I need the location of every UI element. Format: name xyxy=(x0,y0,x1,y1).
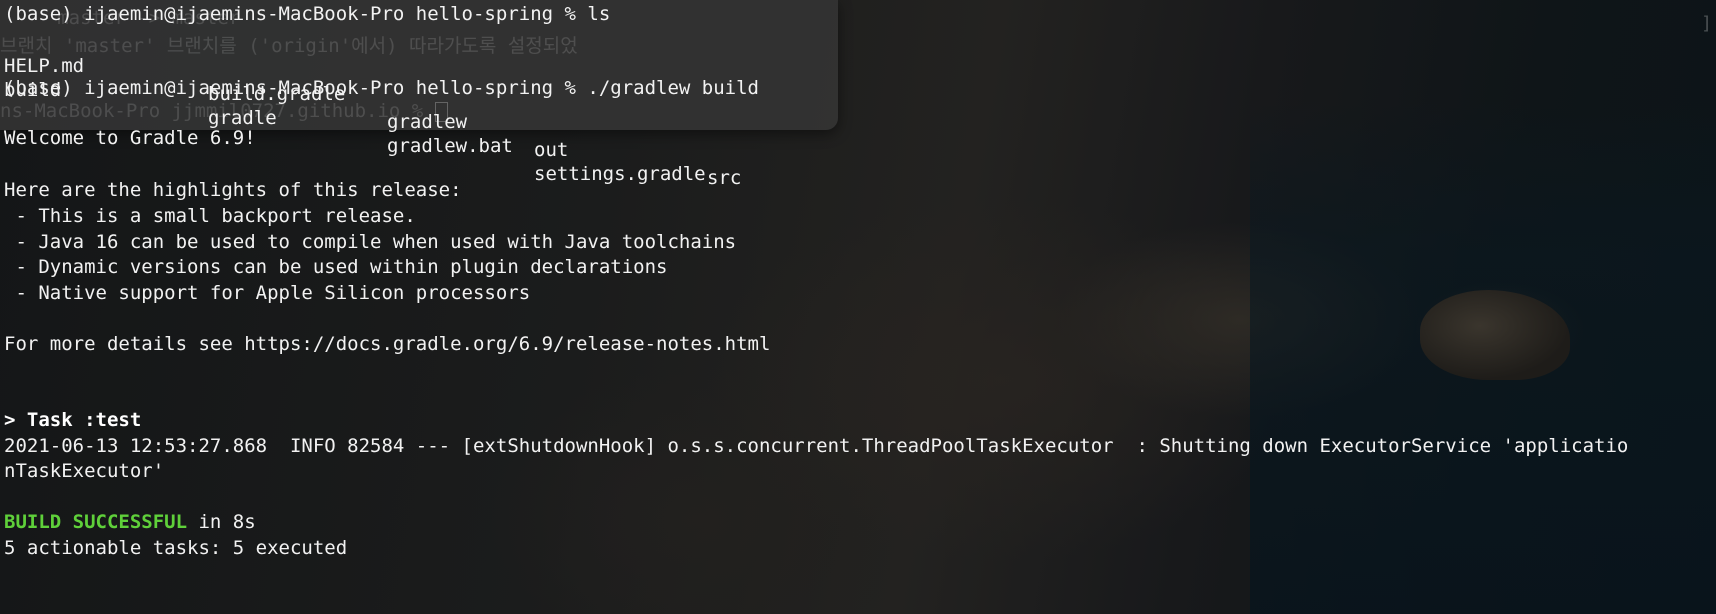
log-line: 2021-06-13 12:53:27.868 INFO 82584 --- [… xyxy=(4,435,1629,457)
build-time: in 8s xyxy=(187,511,256,533)
highlights-heading: Here are the highlights of this release: xyxy=(4,179,462,201)
prompt-build-line: (base) ijaemin@ijaemins-MacBook-Pro hell… xyxy=(4,77,759,99)
ls-entry: src xyxy=(707,167,742,189)
highlight-item: - This is a small backport release. xyxy=(4,205,416,227)
ls-entry: gradlew.bat xyxy=(387,135,513,157)
desktop-background: master -> master 브랜치 'master' 브랜치를 ('ori… xyxy=(0,0,1716,614)
task-line: > Task :test xyxy=(4,409,142,431)
welcome-line: Welcome to Gradle 6.9! xyxy=(4,127,256,149)
tasks-summary-line: 5 actionable tasks: 5 executed xyxy=(4,537,348,559)
build-status: BUILD SUCCESSFUL xyxy=(4,511,188,533)
release-notes-line: For more details see https://docs.gradle… xyxy=(4,333,771,355)
log-line-wrap: nTaskExecutor' xyxy=(4,460,165,482)
build-result-line: BUILD SUCCESSFUL in 8s xyxy=(4,508,256,536)
highlight-item: - Native support for Apple Silicon proce… xyxy=(4,282,531,304)
highlight-item: - Java 16 can be used to compile when us… xyxy=(4,231,737,253)
highlight-item: - Dynamic versions can be used within pl… xyxy=(4,256,668,278)
ls-entry: settings.gradle xyxy=(534,163,706,185)
ls-row: build gradle gradlew.bat settings.gradle xyxy=(4,48,1704,185)
